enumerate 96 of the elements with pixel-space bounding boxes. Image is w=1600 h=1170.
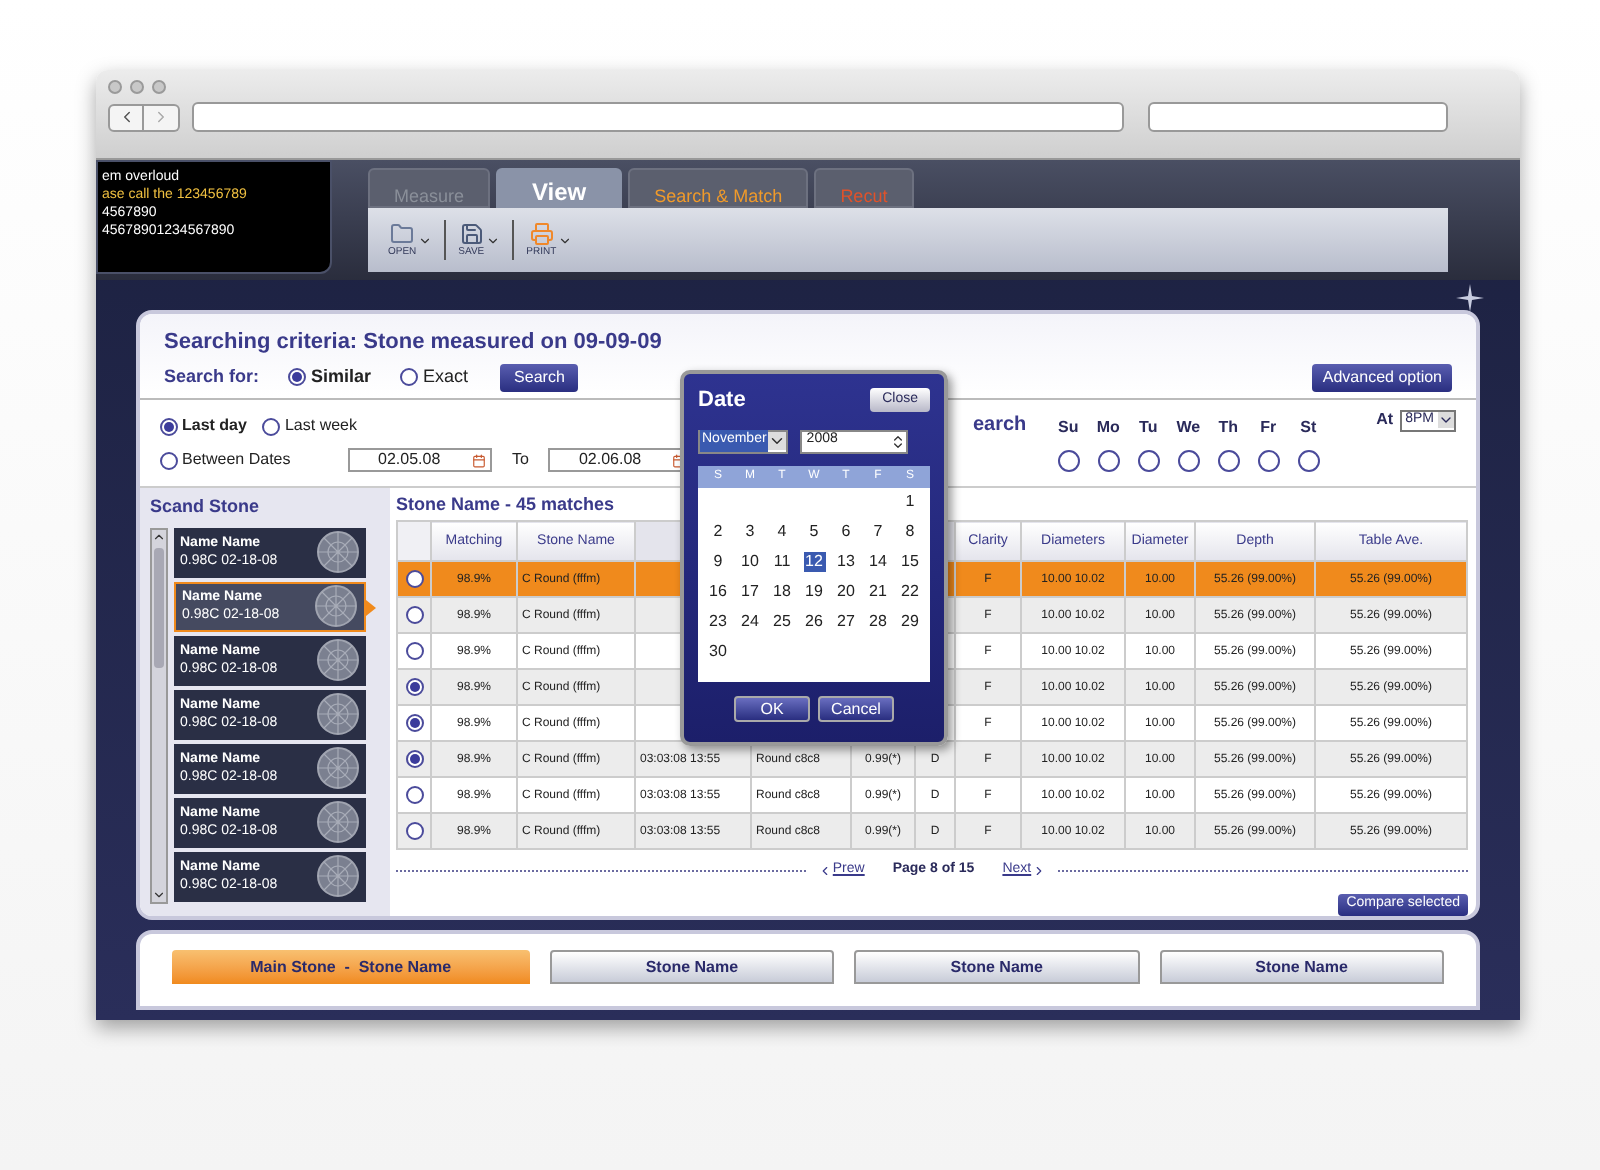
- calendar-day[interactable]: 22: [899, 582, 921, 602]
- calendar-day[interactable]: 30: [707, 642, 729, 662]
- spinner-icon[interactable]: [890, 433, 907, 449]
- gem-icon: [316, 692, 360, 736]
- calendar-day[interactable]: 24: [739, 612, 761, 632]
- gem-icon: [314, 584, 358, 628]
- caret-icon: [418, 233, 433, 247]
- schedule-label: earch: [972, 412, 1027, 440]
- weekday-label: Mo: [1096, 415, 1120, 439]
- weekday-label: Th: [1218, 415, 1239, 439]
- calendar-day[interactable]: 20: [835, 582, 857, 602]
- calendar-day[interactable]: 14: [867, 552, 889, 572]
- radio-button[interactable]: [1177, 449, 1200, 471]
- weekday-label: Su: [1058, 415, 1079, 439]
- radio-button[interactable]: [399, 368, 418, 386]
- radio-button[interactable]: [405, 570, 423, 588]
- weekday-label: We: [1176, 415, 1201, 439]
- calendar-day[interactable]: 28: [867, 612, 889, 632]
- radio-button[interactable]: [405, 750, 423, 768]
- radio-button[interactable]: [1297, 449, 1320, 471]
- comparison-header: Stone Name: [549, 950, 835, 984]
- gem-icon: [316, 638, 360, 682]
- radio-button[interactable]: [1257, 449, 1280, 471]
- option-label: Between Dates: [182, 448, 291, 472]
- radio-button[interactable]: [405, 822, 423, 840]
- calendar-day[interactable]: 27: [835, 612, 857, 632]
- calendar-day[interactable]: 11: [771, 552, 793, 572]
- radio-button[interactable]: [287, 368, 306, 386]
- radio-button[interactable]: [405, 714, 423, 732]
- option-label: Similar: [311, 363, 372, 390]
- back-button[interactable]: [108, 103, 144, 131]
- radio-button[interactable]: [1137, 449, 1160, 471]
- radio-button[interactable]: [405, 642, 423, 660]
- address-field[interactable]: [192, 102, 1124, 132]
- search-button[interactable]: Search: [500, 363, 579, 391]
- calendar-day[interactable]: 26: [803, 612, 825, 632]
- weekday-label: Fr: [1260, 415, 1277, 439]
- results-title: Stone Name - 45 matches: [396, 494, 615, 516]
- radio-button[interactable]: [405, 606, 423, 624]
- radio-button[interactable]: [1097, 449, 1120, 471]
- calendar-day[interactable]: 16: [707, 582, 729, 602]
- radio-button[interactable]: [1217, 449, 1240, 471]
- calendar-day[interactable]: 29: [899, 612, 921, 632]
- radio-button[interactable]: [405, 678, 423, 696]
- option-label: Last week: [284, 414, 357, 438]
- criteria-title: Searching criteria: Stone measured on 09-09-09: [164, 328, 664, 358]
- dialog-title: Date: [698, 386, 746, 416]
- calendar-day[interactable]: 10: [739, 552, 761, 572]
- comparison-header: Stone Name: [854, 950, 1140, 984]
- radio-button[interactable]: [405, 786, 423, 804]
- at-label: At: [1376, 408, 1394, 432]
- date-field[interactable]: 02.05.08: [348, 448, 492, 472]
- gem-icon: [316, 746, 360, 790]
- gem-icon: [316, 854, 360, 898]
- radio-button[interactable]: [160, 417, 178, 435]
- calendar-day[interactable]: 13: [835, 552, 857, 572]
- scrollbar[interactable]: [150, 527, 168, 903]
- calendar-day[interactable]: 15: [899, 552, 921, 572]
- search-for-label: Search for:: [164, 363, 260, 390]
- pointer-icon: [366, 599, 376, 615]
- caret-icon: [486, 233, 501, 247]
- scroll-up-icon[interactable]: [152, 529, 166, 543]
- comparison-header: Main Stone - Stone Name: [172, 950, 530, 984]
- calendar-day[interactable]: 19: [803, 582, 825, 602]
- weekday-label: Tu: [1139, 415, 1158, 439]
- printer-icon: [529, 222, 554, 246]
- weekday-label: St: [1300, 415, 1317, 439]
- scroll-down-icon[interactable]: [152, 887, 166, 901]
- calendar-day[interactable]: 17: [739, 582, 761, 602]
- calendar-day[interactable]: 21: [867, 582, 889, 602]
- option-label: Last day: [182, 414, 247, 438]
- calendar-day[interactable]: 12: [803, 552, 825, 572]
- save-icon: [459, 222, 484, 246]
- radio-button[interactable]: [160, 451, 178, 469]
- calendar-day[interactable]: 23: [707, 612, 729, 632]
- gem-icon: [316, 800, 360, 844]
- calendar-day[interactable]: 18: [771, 582, 793, 602]
- folder-icon: [390, 222, 415, 246]
- to-label: To: [512, 448, 529, 472]
- calendar-day[interactable]: 25: [771, 612, 793, 632]
- caret-icon: [768, 432, 787, 450]
- chevron-right-icon: [1031, 863, 1046, 878]
- advanced-option-button[interactable]: Advanced option: [1312, 364, 1452, 392]
- radio-button[interactable]: [262, 417, 281, 435]
- gem-icon: [316, 530, 360, 574]
- ok-button[interactable]: OK: [734, 695, 810, 721]
- panel-title: Scand Stone: [150, 494, 262, 520]
- caret-icon: [558, 233, 573, 247]
- cancel-button[interactable]: Cancel: [818, 695, 894, 721]
- caret-icon: [1438, 412, 1454, 428]
- chevron-left-icon: [818, 863, 833, 878]
- forward-button[interactable]: [144, 103, 180, 131]
- comparison-header: Stone Name: [1159, 950, 1444, 984]
- option-label: Exact: [423, 363, 469, 390]
- search-field[interactable]: [1148, 102, 1448, 132]
- radio-button[interactable]: [1057, 449, 1080, 471]
